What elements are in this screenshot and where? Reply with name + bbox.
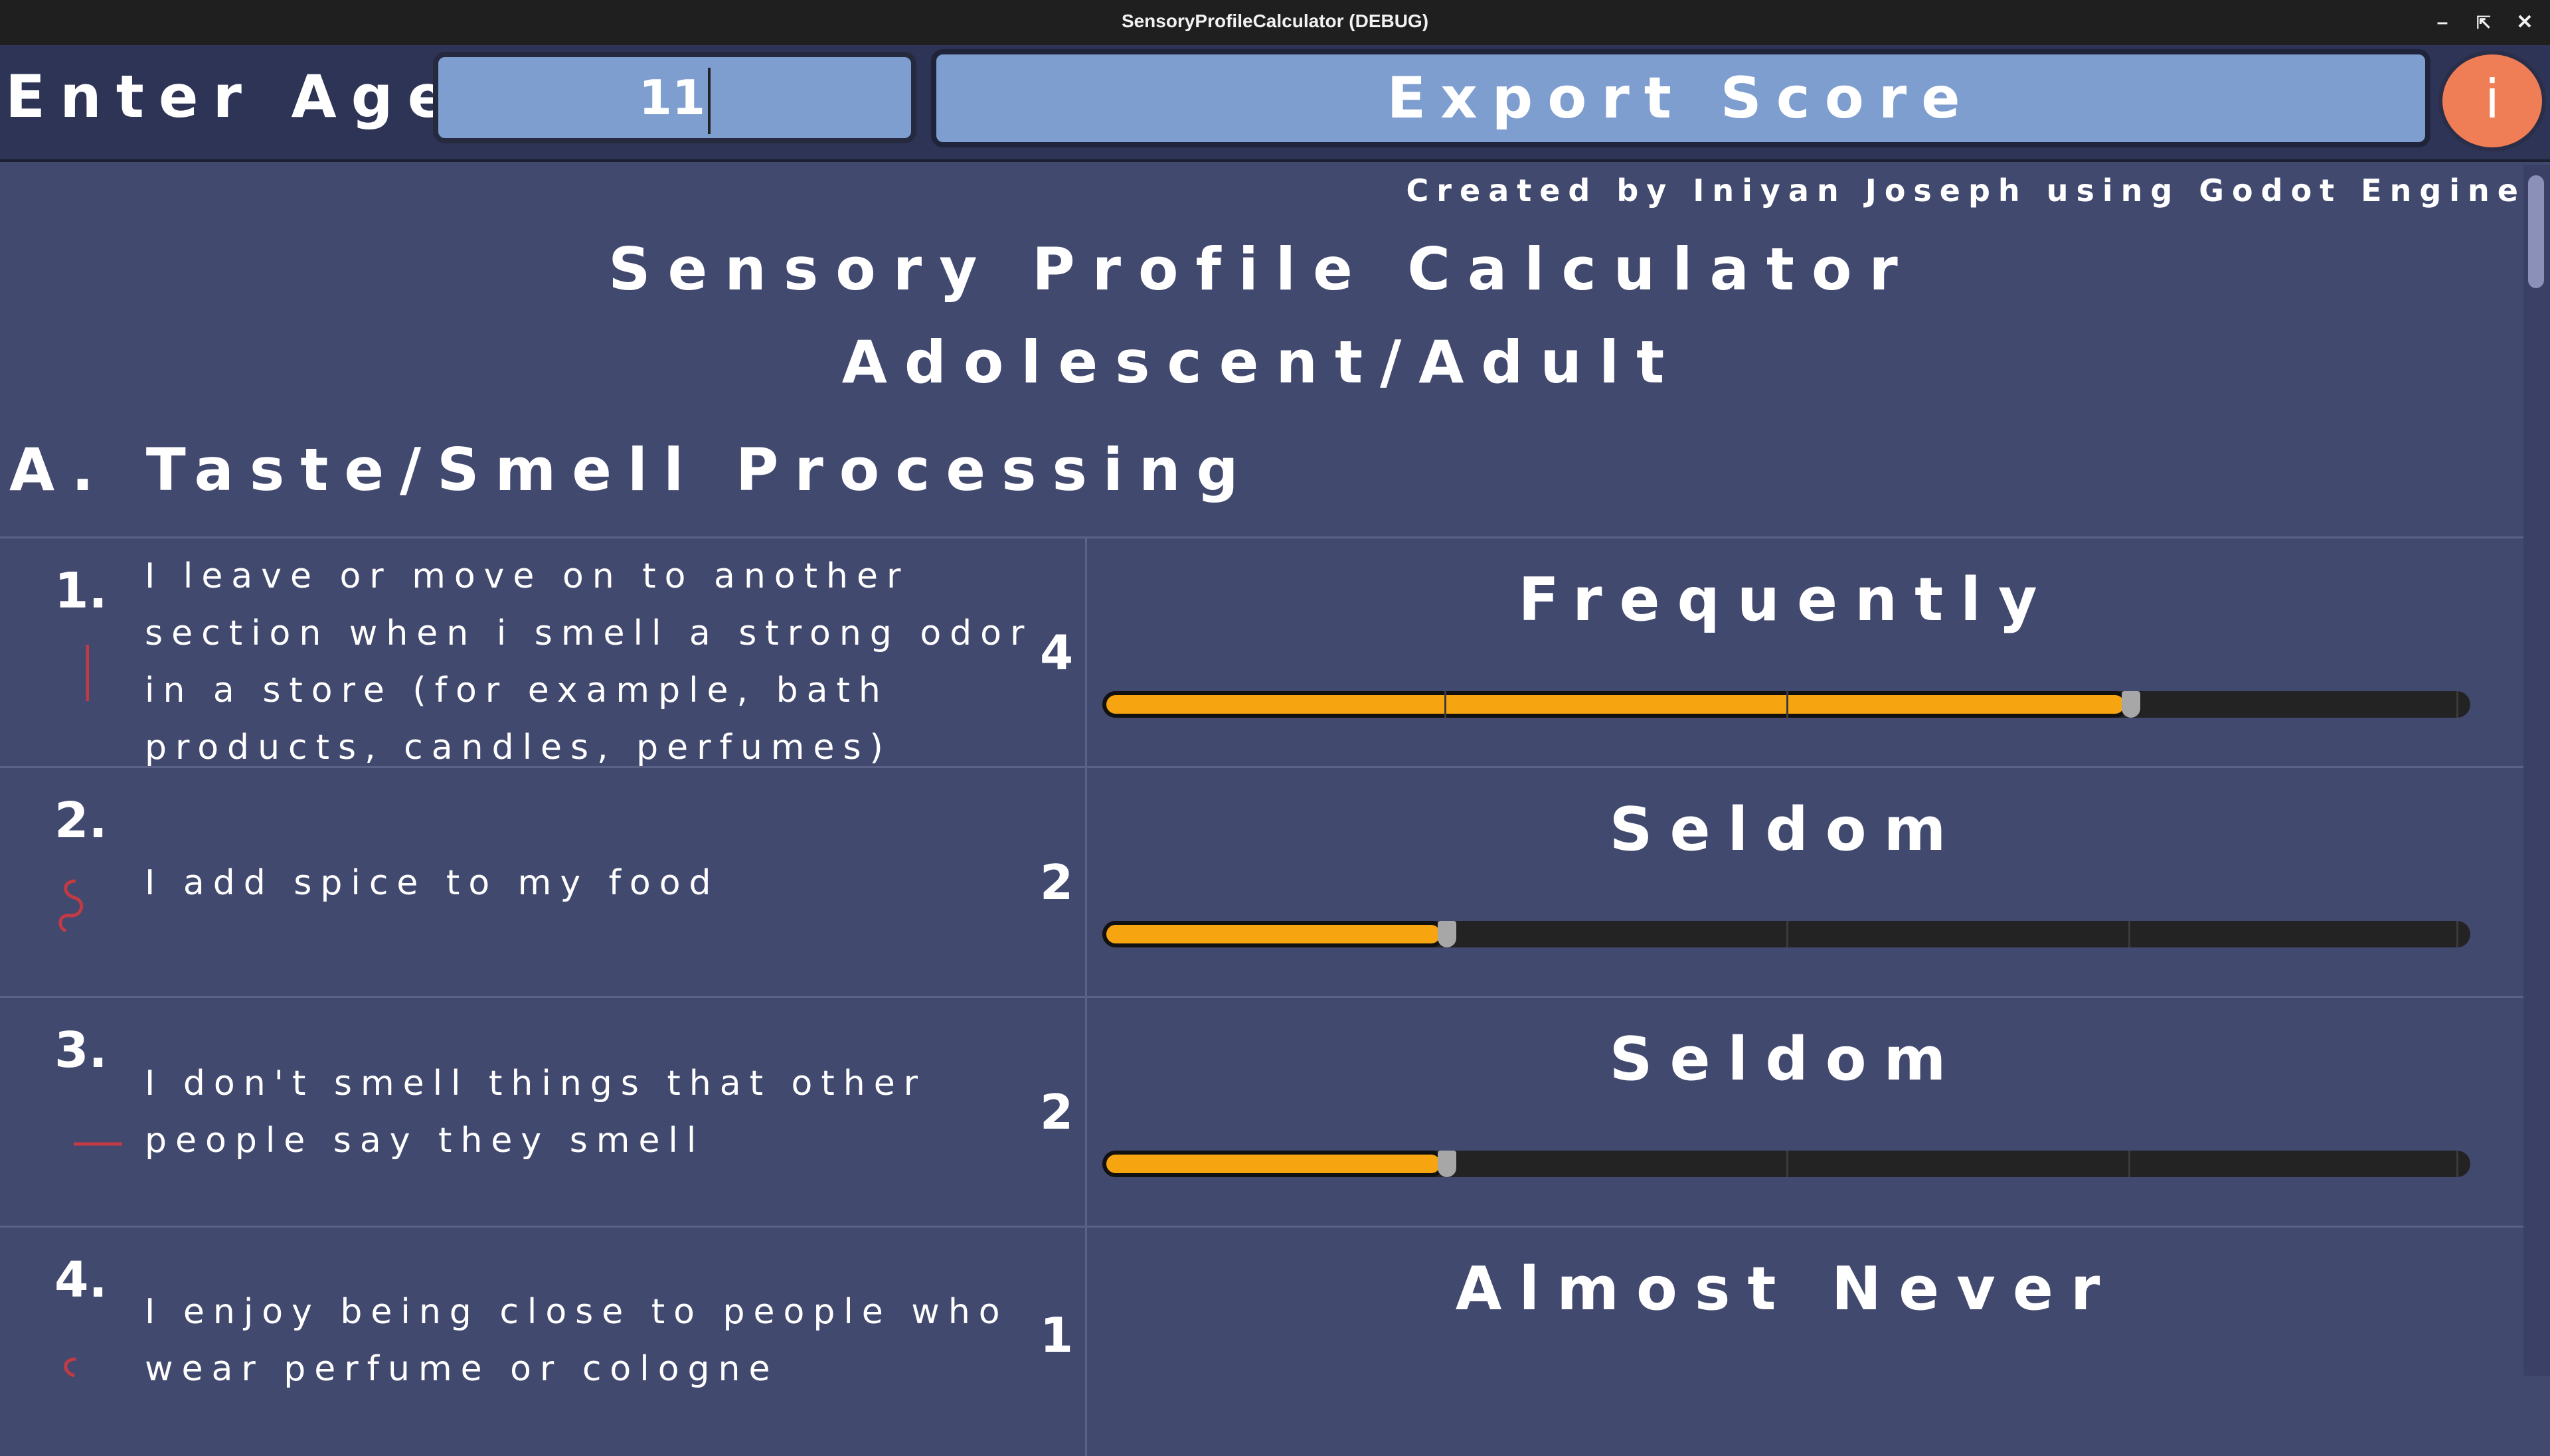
handwritten-mark-icon <box>64 1357 76 1378</box>
slider-grabber[interactable] <box>2122 691 2140 718</box>
question-text: I enjoy being close to people who wear p… <box>145 1292 1009 1389</box>
answer-label: Almost Never <box>1455 1254 2118 1324</box>
question-row: 2. I add spice to my food 2 Seldom <box>0 766 2523 997</box>
question-score: 1 <box>1040 1307 1074 1363</box>
question-number: 3. <box>54 1022 108 1079</box>
question-row: 3. I don't smell things that other peopl… <box>0 996 2523 1226</box>
slider-tick <box>2456 921 2459 947</box>
slider-tick <box>2128 921 2130 947</box>
row-divider <box>1085 538 1087 767</box>
credit-text: Created by Iniyan Joseph using Godot Eng… <box>1406 173 2526 208</box>
handwritten-mark-icon <box>74 1142 122 1146</box>
question-number: 4. <box>54 1252 108 1309</box>
slider-grabber[interactable] <box>1438 921 1456 947</box>
question-row: 1. I leave or move on to another section… <box>0 536 2523 768</box>
frequency-slider[interactable] <box>1102 921 2470 947</box>
minimize-icon[interactable]: – <box>2426 7 2458 39</box>
age-value: 11 <box>638 70 706 125</box>
section-title: A. Taste/Smell Processing <box>9 436 1254 504</box>
question-text: I leave or move on to another section wh… <box>145 556 1033 768</box>
slider-tick <box>1444 691 1446 718</box>
scrollbar-thumb[interactable] <box>2528 175 2544 288</box>
handwritten-mark-icon <box>58 879 84 933</box>
slider-fill <box>1102 691 2128 718</box>
window-title-bar: SensoryProfileCalculator (DEBUG) – ⇱ ✕ <box>0 0 2550 45</box>
question-text: I add spice to my food <box>145 863 720 903</box>
slider-tick <box>1786 1151 1788 1177</box>
slider-fill <box>1102 1151 1444 1177</box>
slider-tick <box>2456 1151 2459 1177</box>
question-score: 2 <box>1040 1084 1074 1140</box>
close-icon[interactable]: ✕ <box>2509 7 2541 39</box>
text-caret <box>708 68 711 135</box>
question-text: I don't smell things that other people s… <box>145 1064 927 1161</box>
page-title: Sensory Profile Calculator <box>608 235 1915 303</box>
row-divider <box>1085 998 1087 1226</box>
age-label: Enter Age: <box>5 62 500 131</box>
row-divider <box>1085 1228 1087 1456</box>
info-button[interactable]: i <box>2438 50 2546 151</box>
slider-tick <box>2128 1151 2130 1177</box>
answer-label: Seldom <box>1609 1024 1964 1094</box>
slider-fill <box>1102 921 1444 947</box>
restore-icon[interactable]: ⇱ <box>2468 7 2500 39</box>
question-score: 4 <box>1040 625 1074 681</box>
handwritten-mark-icon <box>86 645 89 701</box>
slider-tick <box>1786 691 1788 718</box>
age-input[interactable]: 11 <box>433 52 916 143</box>
answer-label: Frequently <box>1518 565 2055 635</box>
question-number: 2. <box>54 792 108 849</box>
export-score-button[interactable]: Export Score <box>931 49 2430 147</box>
window-title: SensoryProfileCalculator (DEBUG) <box>1121 11 1429 31</box>
slider-tick <box>2456 691 2459 718</box>
answer-label: Seldom <box>1609 795 1964 864</box>
question-number: 1. <box>54 562 108 619</box>
row-divider <box>1085 768 1087 997</box>
vertical-scrollbar[interactable] <box>2523 165 2550 1376</box>
slider-tick <box>1786 921 1788 947</box>
question-row: 4. I enjoy being close to people who wea… <box>0 1226 2523 1456</box>
top-toolbar: Enter Age: 11 Export Score i <box>0 45 2550 162</box>
frequency-slider[interactable] <box>1102 1151 2470 1177</box>
slider-grabber[interactable] <box>1438 1151 1456 1177</box>
page-subtitle: Adolescent/Adult <box>841 328 1682 396</box>
frequency-slider[interactable] <box>1102 691 2470 718</box>
question-score: 2 <box>1040 854 1074 910</box>
